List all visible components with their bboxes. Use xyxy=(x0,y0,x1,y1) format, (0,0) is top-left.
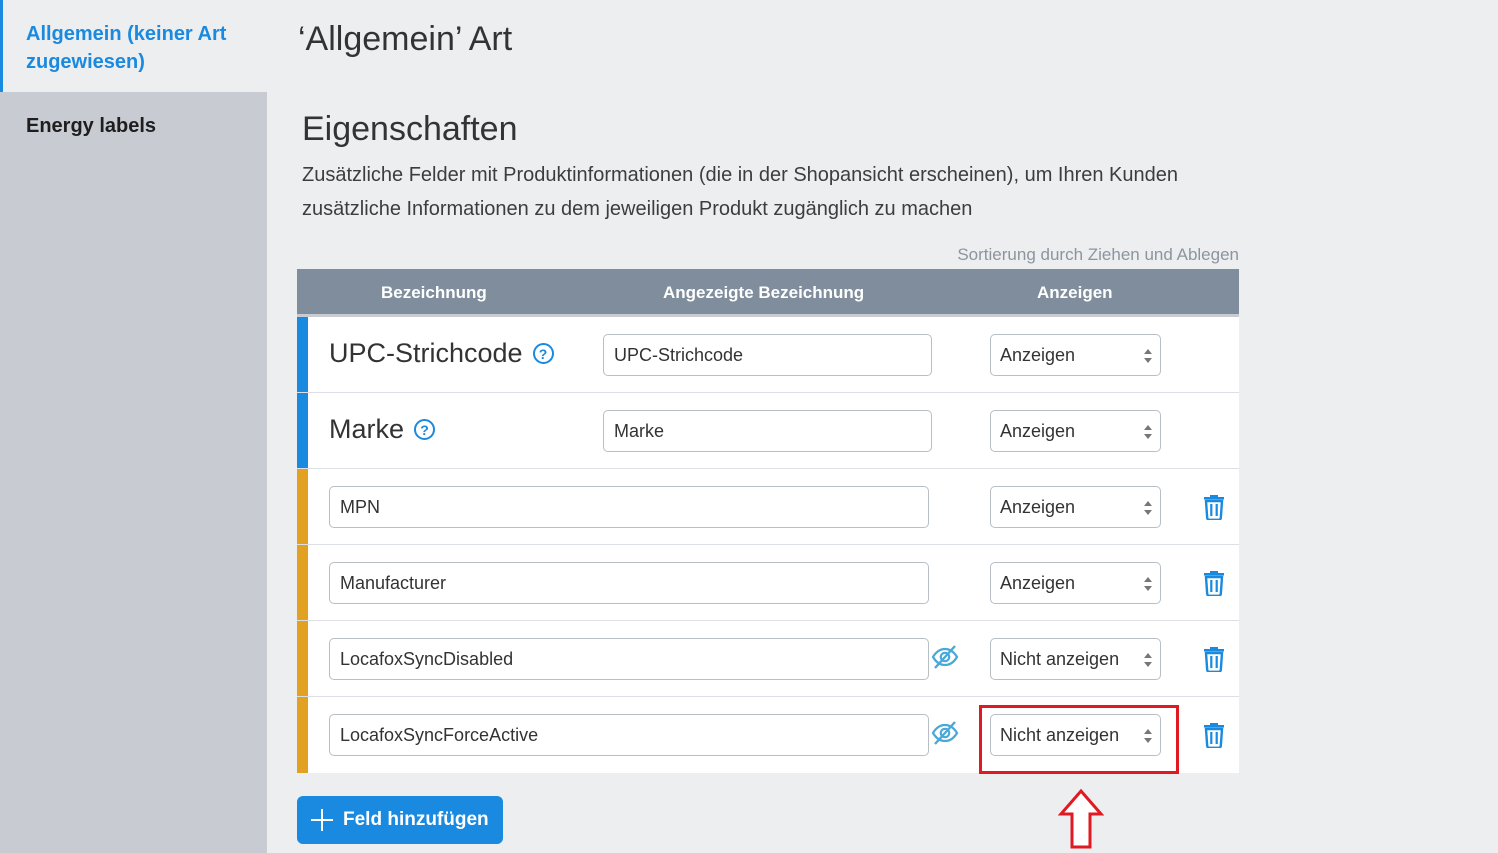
add-field-label: Feld hinzufügen xyxy=(343,809,489,830)
select-caret-icon xyxy=(1144,577,1152,591)
drag-handle[interactable] xyxy=(297,317,308,392)
visibility-value: Anzeigen xyxy=(1000,345,1076,365)
sidebar-item-allgemein[interactable]: Allgemein (keiner Art zugewiesen) xyxy=(0,0,267,92)
property-name-input[interactable]: Manufacturer xyxy=(329,562,929,604)
display-label-input[interactable]: UPC-Strichcode xyxy=(603,334,932,376)
table-row[interactable]: LocafoxSyncDisabled Nicht anzeigen xyxy=(297,621,1239,697)
column-header-angezeigte-bezeichnung: Angezeigte Bezeichnung xyxy=(663,283,865,302)
select-caret-icon xyxy=(1144,501,1152,515)
row-label: Marke ? xyxy=(329,414,436,445)
property-name-input[interactable]: LocafoxSyncForceActive xyxy=(329,714,929,756)
page-title: ‘Allgemein’ Art xyxy=(298,20,513,58)
trash-icon[interactable] xyxy=(1202,722,1226,748)
sidebar-item-label: zugewiesen) xyxy=(26,51,145,73)
highlight-box xyxy=(979,705,1179,774)
select-caret-icon xyxy=(1144,653,1152,667)
visibility-value: Anzeigen xyxy=(1000,421,1076,441)
eye-slash-icon xyxy=(931,721,959,745)
sidebar-item-label: Allgemein (keiner Art xyxy=(26,23,227,45)
drag-handle[interactable] xyxy=(297,393,308,468)
sidebar: Allgemein (keiner Art zugewiesen) Energy… xyxy=(0,0,267,853)
property-name: Marke xyxy=(329,414,405,444)
sidebar-item-label: Energy labels xyxy=(26,115,157,137)
select-caret-icon xyxy=(1144,349,1152,363)
property-name-input[interactable]: LocafoxSyncDisabled xyxy=(329,638,929,680)
table-row[interactable]: Marke ? Marke Anzeigen xyxy=(297,393,1239,469)
trash-icon[interactable] xyxy=(1202,494,1226,520)
property-name: UPC-Strichcode xyxy=(329,338,523,368)
column-header-bezeichnung: Bezeichnung xyxy=(381,283,487,302)
drag-handle[interactable] xyxy=(297,697,308,773)
sort-hint: Sortierung durch Ziehen und Ablegen xyxy=(957,245,1239,264)
plus-icon xyxy=(311,809,333,831)
column-header-anzeigen: Anzeigen xyxy=(1037,283,1113,302)
visibility-value: Nicht anzeigen xyxy=(1000,649,1120,669)
table-row[interactable]: Manufacturer Anzeigen xyxy=(297,545,1239,621)
drag-handle[interactable] xyxy=(297,621,308,696)
visibility-select[interactable]: Nicht anzeigen xyxy=(990,638,1161,680)
up-arrow-annotation-icon xyxy=(1058,788,1104,849)
add-field-button[interactable]: Feld hinzufügen xyxy=(297,796,503,844)
drag-handle[interactable] xyxy=(297,545,308,620)
table-row[interactable]: MPN Anzeigen xyxy=(297,469,1239,545)
section-title: Eigenschaften xyxy=(302,110,518,148)
eye-slash-icon xyxy=(931,645,959,669)
table-row[interactable]: UPC-Strichcode ? UPC-Strichcode Anzeigen xyxy=(297,317,1239,393)
visibility-select[interactable]: Anzeigen xyxy=(990,486,1161,528)
display-label-input[interactable]: Marke xyxy=(603,410,932,452)
help-icon[interactable]: ? xyxy=(414,419,436,440)
trash-icon[interactable] xyxy=(1202,646,1226,672)
property-name-input[interactable]: MPN xyxy=(329,486,929,528)
select-caret-icon xyxy=(1144,425,1152,439)
visibility-value: Anzeigen xyxy=(1000,497,1076,517)
visibility-select[interactable]: Anzeigen xyxy=(990,562,1161,604)
section-description: Zusätzliche Felder mit Produktinformatio… xyxy=(302,164,1179,220)
visibility-select[interactable]: Anzeigen xyxy=(990,410,1161,452)
sidebar-item-energy-labels[interactable]: Energy labels xyxy=(0,92,267,140)
table-header: Bezeichnung Angezeigte Bezeichnung Anzei… xyxy=(297,269,1239,317)
visibility-value: Anzeigen xyxy=(1000,573,1076,593)
row-label: UPC-Strichcode ? xyxy=(329,338,554,369)
visibility-select[interactable]: Anzeigen xyxy=(990,334,1161,376)
help-icon[interactable]: ? xyxy=(532,343,554,364)
trash-icon[interactable] xyxy=(1202,570,1226,596)
drag-handle[interactable] xyxy=(297,469,308,544)
properties-table: Bezeichnung Angezeigte Bezeichnung Anzei… xyxy=(297,269,1239,773)
